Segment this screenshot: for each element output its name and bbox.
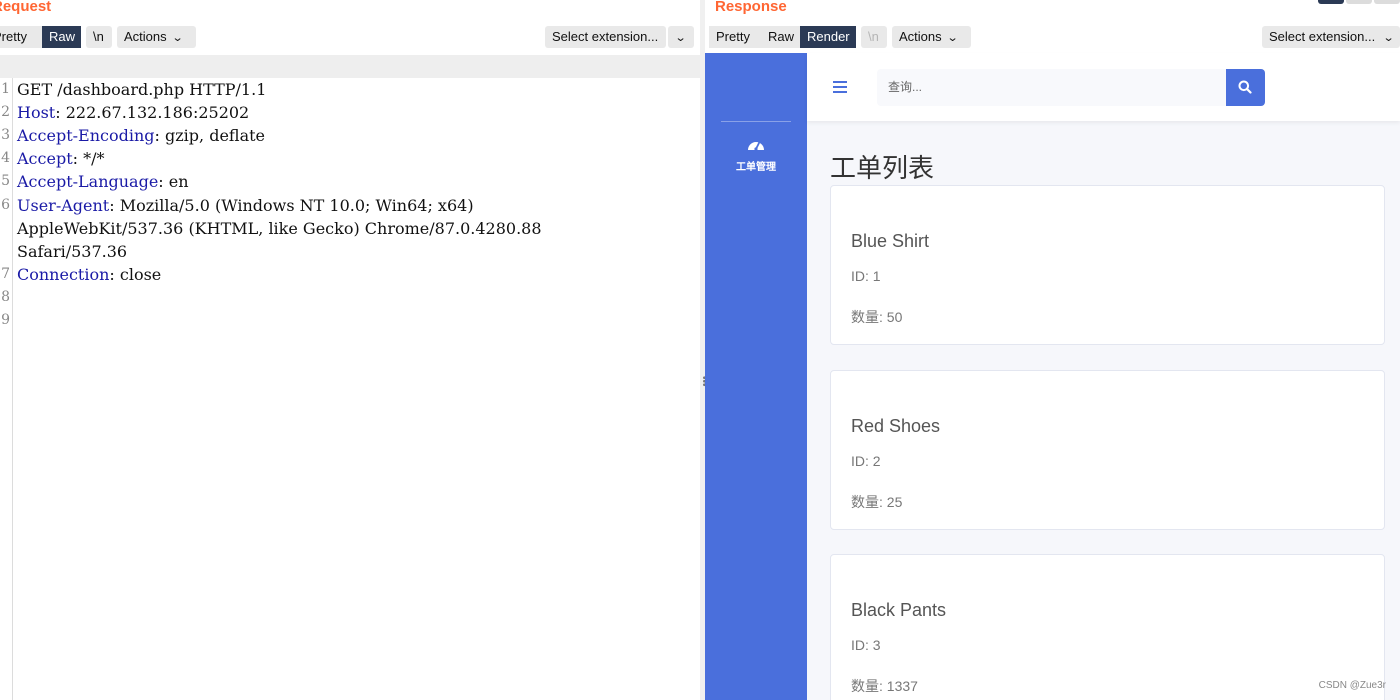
sidebar-item-ticket-management[interactable]: 工单管理: [705, 137, 807, 173]
tab-newline-toggle[interactable]: \n: [861, 26, 887, 48]
layout-toggle-vertical[interactable]: [1374, 0, 1400, 4]
response-toolbar: Pretty Raw Render \n Actions ⌄ Select ext…: [705, 26, 1400, 48]
chevron-down-icon: ⌄: [171, 32, 184, 44]
ticket-name: Red Shoes: [851, 416, 941, 436]
ticket-id: ID: 1: [851, 268, 881, 284]
search-input[interactable]: 查询...: [877, 69, 1227, 106]
chevron-down-icon: ⌄: [675, 32, 687, 44]
actions-dropdown[interactable]: Actions ⌄: [892, 26, 971, 48]
code-line: AppleWebKit/537.36 (KHTML, like Gecko) C…: [17, 219, 542, 238]
render-sidebar: 工单管理: [705, 53, 807, 700]
tab-raw[interactable]: Raw: [42, 26, 81, 48]
tab-pretty[interactable]: Pretty: [709, 26, 761, 48]
code-line: 6 User-Agent: Mozilla/5.0 (Windows NT 10.…: [1, 196, 474, 215]
request-title: Request: [0, 0, 52, 15]
layout-toggle-horizontal[interactable]: [1346, 0, 1372, 4]
tab-raw[interactable]: Raw: [761, 26, 800, 48]
dashboard-icon: [748, 142, 764, 151]
code-line: 3 Accept-Encoding: gzip, deflate: [1, 126, 266, 145]
sidebar-divider: [721, 121, 791, 122]
search-button[interactable]: [1226, 69, 1265, 106]
ticket-name: Black Pants: [851, 600, 947, 620]
select-extension-label: Select extension...: [1269, 29, 1376, 44]
ticket-name: Blue Shirt: [851, 231, 930, 251]
tab-render[interactable]: Render: [800, 26, 856, 48]
page-title: 工单列表: [830, 153, 935, 183]
watermark: CSDN @Zue3r: [1318, 680, 1386, 691]
code-line: 2 Host: 222.67.132.186:25202: [1, 103, 250, 122]
ticket-card: Red Shoes ID: 2 数量: 25: [830, 370, 1385, 530]
sidebar-item-label: 工单管理: [736, 162, 776, 173]
code-line: Safari/537.36: [17, 242, 128, 261]
code-line: 4 Accept: */*: [1, 149, 105, 168]
code-line: 8: [1, 289, 10, 305]
response-title: Response: [715, 0, 787, 15]
chevron-down-icon: ⌄: [946, 32, 959, 44]
ticket-card: Black Pants ID: 3 数量: 1337: [830, 554, 1385, 700]
layout-toggle-split[interactable]: [1318, 0, 1344, 4]
render-main: 查询... 工单列表 Blue Shirt ID: 1 数量: 50 Red S…: [807, 53, 1400, 700]
tab-pretty[interactable]: Pretty: [0, 26, 42, 48]
search-icon: [1238, 80, 1252, 94]
actions-label: Actions: [899, 29, 942, 44]
ticket-quantity: 数量: 50: [851, 309, 903, 325]
actions-label: Actions: [124, 29, 167, 44]
code-line: 9: [1, 312, 10, 328]
select-extension-dropdown[interactable]: Select extension...: [545, 26, 666, 48]
layout-toggle-group: [1318, 0, 1400, 4]
render-topbar: 查询...: [807, 53, 1400, 121]
ticket-id: ID: 2: [851, 453, 881, 469]
code-line: 1 GET /dashboard.php HTTP/1.1: [0, 55, 700, 99]
ticket-id: ID: 3: [851, 637, 881, 653]
request-editor[interactable]: 1 GET /dashboard.php HTTP/1.1 2 Host: 222.…: [0, 55, 700, 700]
ticket-card: Blue Shirt ID: 1 数量: 50: [830, 185, 1385, 345]
tab-newline-toggle[interactable]: \n: [86, 26, 112, 48]
select-extension-dropdown[interactable]: Select extension... ⌄: [1262, 26, 1400, 48]
code-line: 7 Connection: close: [1, 265, 162, 284]
request-panel: Request Pretty Raw \n Actions ⌄ Select ex…: [0, 0, 700, 700]
request-toolbar: Pretty Raw \n Actions ⌄ Select extension.…: [0, 26, 700, 48]
select-extension-chevron[interactable]: ⌄: [668, 26, 694, 48]
response-panel: Response Pretty Raw Render \n Actions ⌄ S…: [705, 0, 1400, 700]
actions-dropdown[interactable]: Actions ⌄: [117, 26, 196, 48]
ticket-quantity: 数量: 25: [851, 494, 903, 510]
ticket-quantity: 数量: 1337: [851, 678, 918, 694]
menu-icon[interactable]: [833, 81, 847, 93]
code-line: 5 Accept-Language: en: [1, 172, 189, 191]
chevron-down-icon: ⌄: [1382, 32, 1395, 44]
